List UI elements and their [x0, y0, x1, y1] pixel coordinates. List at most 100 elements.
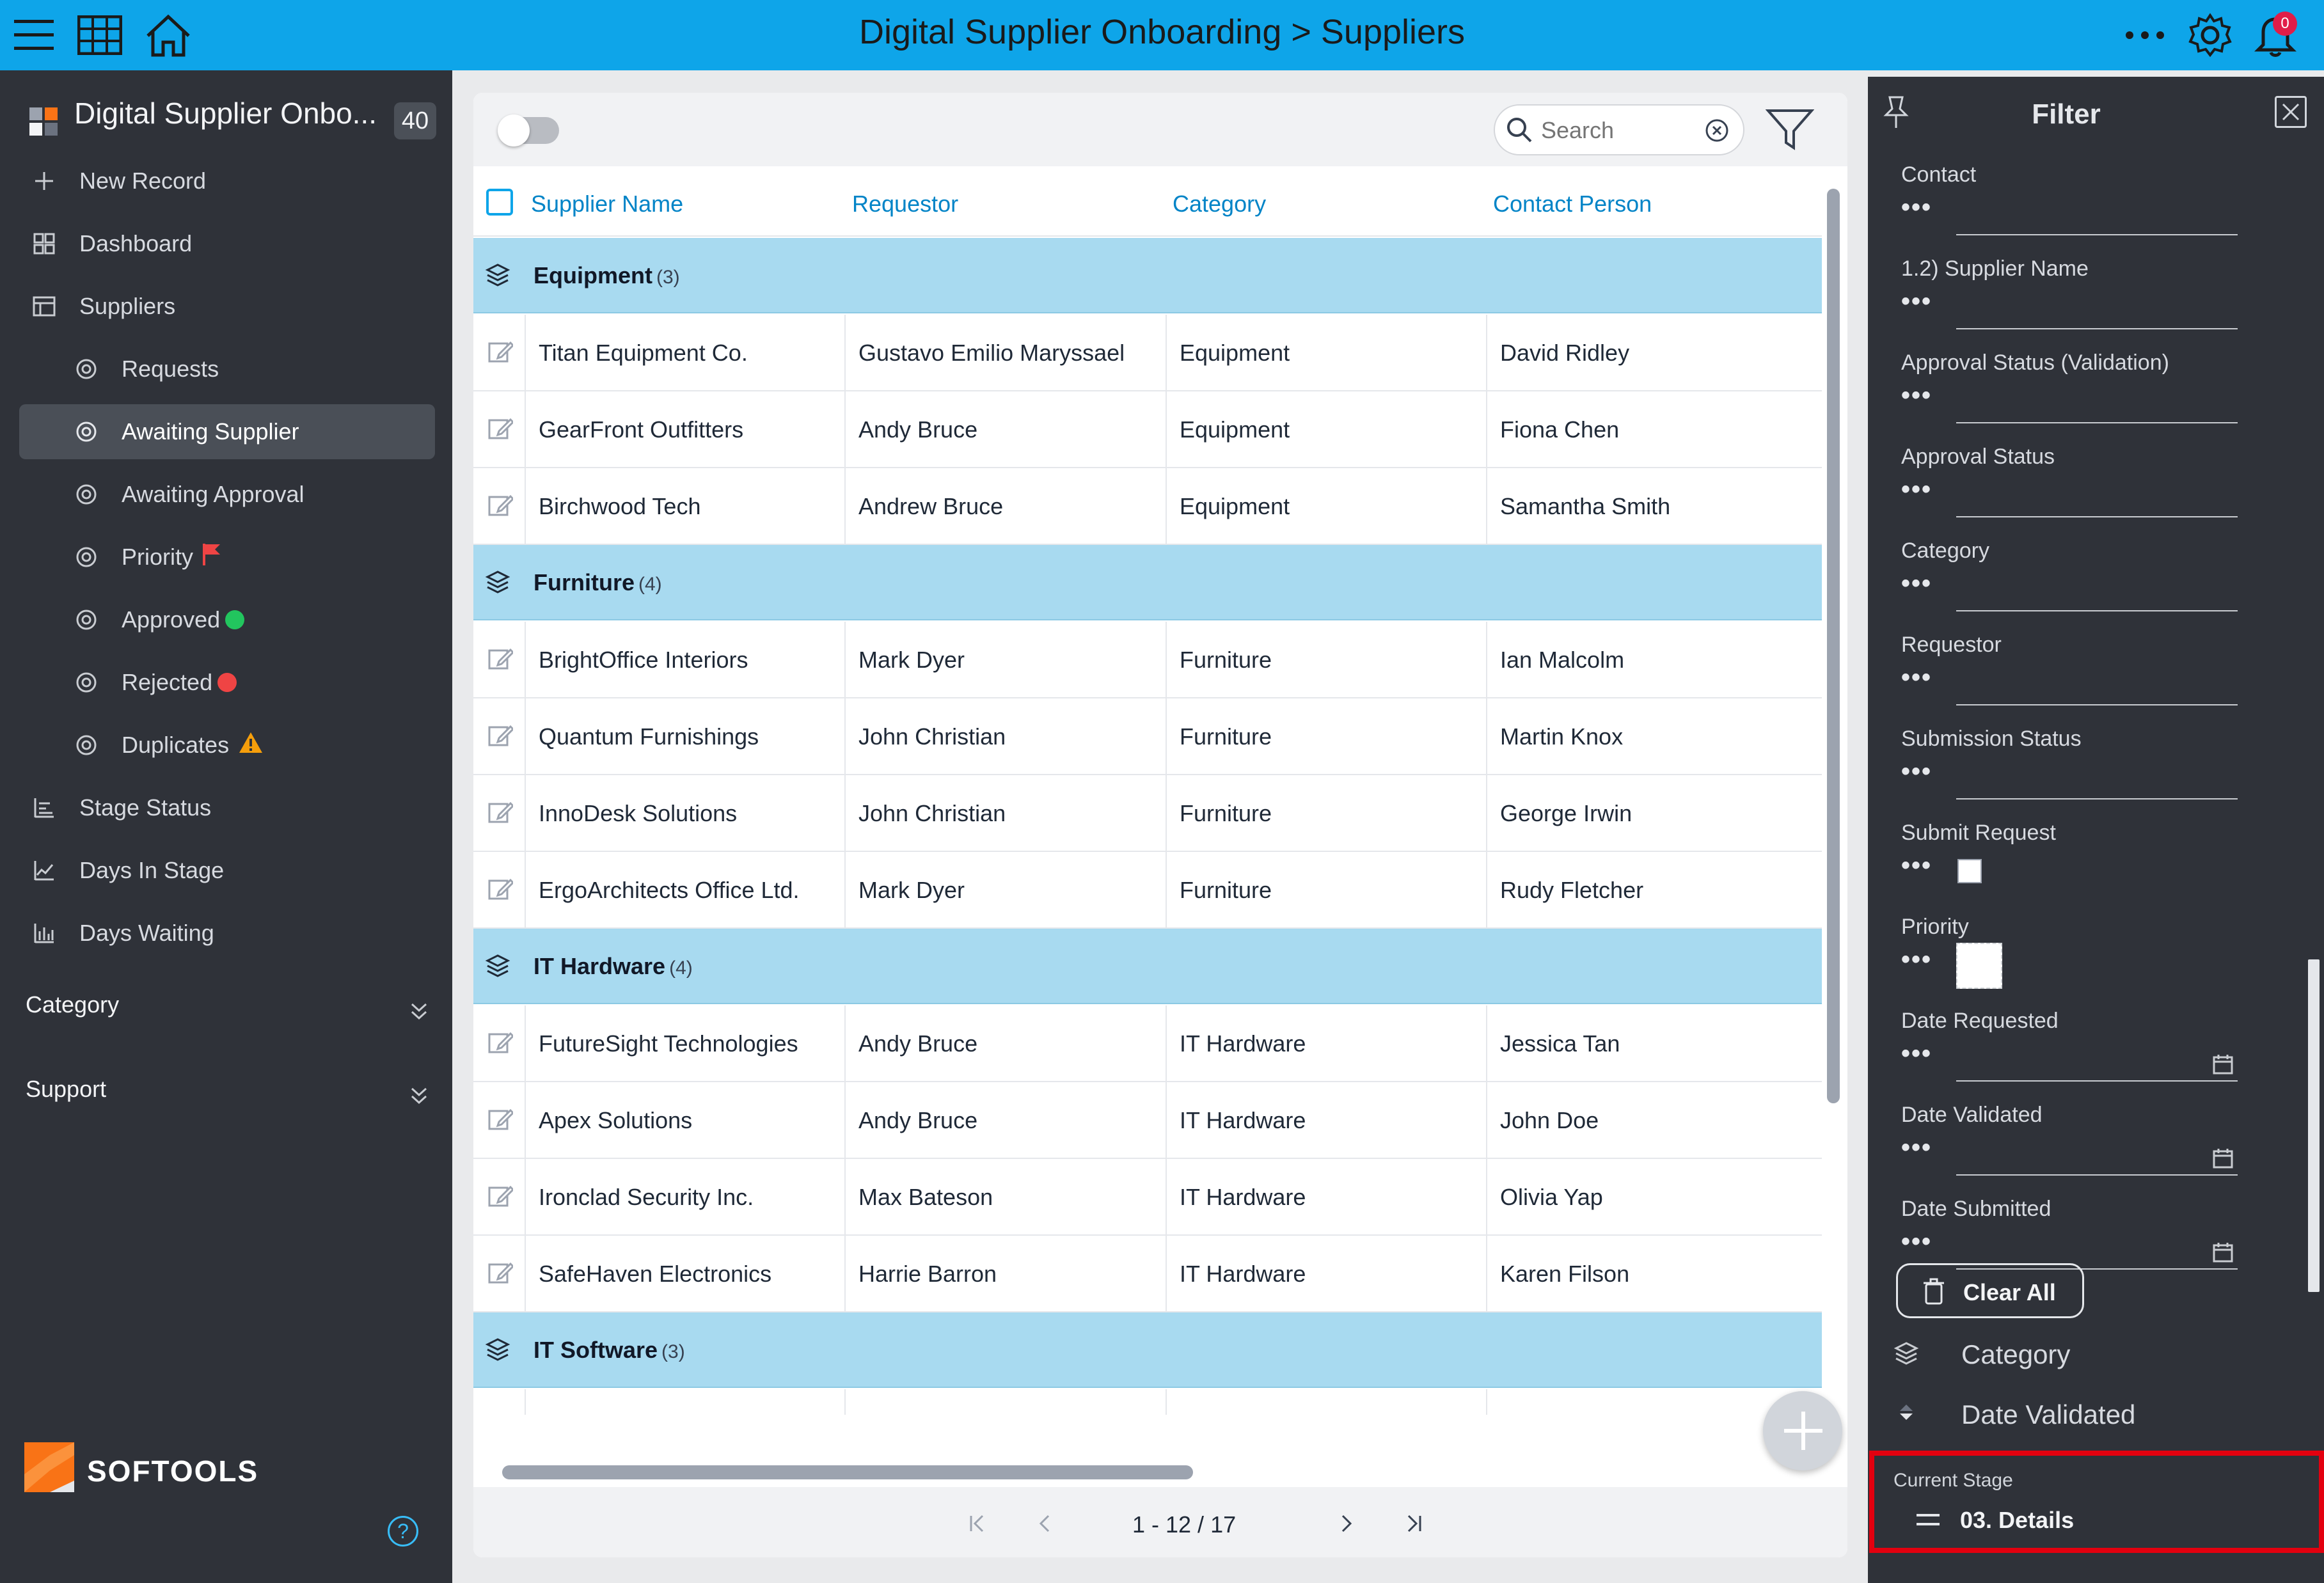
filter-input-line[interactable] — [1956, 1080, 2238, 1082]
field-options-icon[interactable]: ••• — [1901, 193, 1932, 222]
filter-scrollbar[interactable] — [2308, 959, 2320, 1292]
field-options-icon[interactable]: ••• — [1901, 663, 1932, 692]
select-all-checkbox[interactable] — [486, 189, 513, 216]
sidebar-item-approved[interactable]: Approved — [19, 592, 435, 647]
previous-page-icon[interactable] — [1029, 1508, 1061, 1540]
edit-record-icon[interactable] — [487, 492, 515, 521]
field-options-icon[interactable]: ••• — [1901, 1039, 1932, 1068]
sidebar-item-duplicates[interactable]: Duplicates — [19, 718, 435, 773]
sidebar-item-priority[interactable]: Priority — [19, 530, 435, 585]
field-options-icon[interactable]: ••• — [1901, 381, 1932, 410]
sidebar-item-stage-status[interactable]: Stage Status — [19, 780, 435, 835]
filter-input-line[interactable] — [1956, 704, 2238, 705]
edit-record-icon[interactable] — [487, 723, 515, 752]
app-header[interactable]: Digital Supplier Onbo... 40 — [23, 90, 439, 141]
sidebar-item-days-waiting[interactable]: Days Waiting — [19, 906, 435, 961]
target-icon — [70, 353, 102, 385]
filter-input-line[interactable] — [1956, 798, 2238, 799]
cell-contact-person: Karen Filson — [1486, 1236, 1818, 1312]
sidebar-item-awaiting-approval[interactable]: Awaiting Approval — [19, 467, 435, 522]
search-input[interactable] — [1541, 114, 1701, 146]
field-options-icon[interactable]: ••• — [1901, 1133, 1932, 1162]
table-row[interactable]: Ironclad Security Inc. Max Bateson IT Hard… — [473, 1159, 1822, 1236]
edit-record-icon[interactable] — [487, 1107, 515, 1135]
table-row[interactable]: Quantum Furnishings John Christian Furnitu… — [473, 698, 1822, 775]
group-row[interactable]: Equipment (3) — [473, 238, 1822, 313]
field-options-icon[interactable]: ••• — [1901, 1227, 1932, 1256]
table-row[interactable]: FutureSight Technologies Andy Bruce IT Har… — [473, 1005, 1822, 1082]
group-row[interactable]: IT Software (3) — [473, 1312, 1822, 1388]
add-record-fab-button[interactable] — [1763, 1391, 1842, 1470]
filter-funnel-icon[interactable] — [1765, 107, 1817, 158]
current-stage-highlight[interactable]: Current Stage 03. Details — [1869, 1451, 2324, 1553]
calendar-icon[interactable] — [2212, 1241, 2234, 1266]
sidebar-section-support[interactable]: Support — [26, 1076, 435, 1121]
edit-record-icon[interactable] — [487, 799, 515, 828]
column-header-supplier-name[interactable]: Supplier Name — [531, 191, 683, 217]
sidebar-item-awaiting-supplier[interactable]: Awaiting Supplier — [19, 404, 435, 459]
filter-input-line[interactable] — [1956, 610, 2238, 611]
sidebar-item-suppliers[interactable]: Suppliers — [19, 279, 435, 334]
table-row[interactable]: GearFront Outfitters Andy Bruce Equipment F… — [473, 391, 1822, 468]
calendar-icon[interactable] — [2212, 1053, 2234, 1078]
table-row[interactable]: Jupiter InnovationsGustavo Emilio Maryss… — [473, 1389, 1822, 1415]
horizontal-scroll-thumb[interactable] — [502, 1465, 1193, 1479]
bar-chart-icon — [28, 917, 60, 949]
edit-record-icon[interactable] — [487, 1183, 515, 1212]
edit-record-icon[interactable] — [487, 876, 515, 905]
vertical-scroll-thumb[interactable] — [1827, 189, 1840, 1103]
filter-input-line[interactable] — [1956, 1174, 2238, 1176]
next-page-icon[interactable] — [1331, 1508, 1363, 1540]
edit-record-icon[interactable] — [487, 1030, 515, 1059]
close-filter-icon[interactable] — [2275, 96, 2307, 128]
more-options-icon[interactable] — [2119, 9, 2171, 61]
table-row[interactable]: BrightOffice Interiors Mark Dyer Furniture… — [473, 622, 1822, 698]
edit-record-icon[interactable] — [487, 646, 515, 675]
calendar-icon[interactable] — [2212, 1147, 2234, 1172]
filter-input-line[interactable] — [1956, 328, 2238, 329]
table-row[interactable]: Birchwood Tech Andrew Bruce Equipment Saman… — [473, 468, 1822, 545]
sidebar-item-requests[interactable]: Requests — [19, 342, 435, 397]
filter-input-line[interactable] — [1956, 516, 2238, 517]
field-options-icon[interactable]: ••• — [1901, 287, 1932, 316]
filter-input-line[interactable] — [1956, 234, 2238, 235]
last-page-icon[interactable] — [1398, 1508, 1430, 1540]
edit-record-icon[interactable] — [487, 416, 515, 445]
field-options-icon[interactable]: ••• — [1901, 475, 1932, 504]
sort-item-date-validated[interactable]: Date Validated — [1893, 1392, 2290, 1437]
field-options-icon[interactable]: ••• — [1901, 757, 1932, 786]
sidebar-item-dashboard[interactable]: Dashboard — [19, 216, 435, 271]
table-row[interactable]: ErgoArchitects Office Ltd. Mark Dyer Furni… — [473, 852, 1822, 929]
sort-item-category[interactable]: Category — [1893, 1332, 2290, 1376]
help-icon[interactable]: ? — [388, 1516, 418, 1547]
first-page-icon[interactable] — [961, 1508, 993, 1540]
group-row[interactable]: Furniture (4) — [473, 545, 1822, 620]
table-row[interactable]: Titan Equipment Co. Gustavo Emilio Maryss… — [473, 315, 1822, 391]
column-header-category[interactable]: Category — [1173, 191, 1266, 217]
settings-gear-icon[interactable] — [2184, 9, 2236, 61]
table-row[interactable]: InnoDesk Solutions John Christian Furnitur… — [473, 775, 1822, 852]
edit-record-icon[interactable] — [487, 1260, 515, 1289]
field-options-icon[interactable]: ••• — [1901, 945, 1932, 974]
clear-all-button[interactable]: Clear All — [1896, 1263, 2084, 1318]
table-row[interactable]: SafeHaven Electronics Harrie Barron IT Har… — [473, 1236, 1822, 1312]
field-options-icon[interactable]: ••• — [1901, 569, 1932, 598]
layers-icon — [485, 569, 510, 598]
field-options-icon[interactable]: ••• — [1901, 851, 1932, 880]
column-header-contact-person[interactable]: Contact Person — [1493, 191, 1652, 217]
softools-brand: SOFTOOLS — [24, 1442, 280, 1493]
sidebar-item-days-in-stage[interactable]: Days In Stage — [19, 843, 435, 898]
filter-input-line[interactable] — [1956, 422, 2238, 423]
priority-color-swatch[interactable] — [1956, 943, 2002, 989]
column-header-requestor[interactable]: Requestor — [852, 191, 958, 217]
sidebar-section-category[interactable]: Category — [26, 991, 435, 1036]
group-row[interactable]: IT Hardware (4) — [473, 929, 1822, 1004]
clear-search-icon[interactable] — [1705, 118, 1729, 146]
filter-checkbox[interactable] — [1957, 859, 1982, 883]
edit-record-icon[interactable] — [487, 1414, 513, 1415]
sidebar-item-new-record[interactable]: New Record — [19, 154, 435, 209]
view-toggle[interactable] — [498, 114, 559, 146]
table-row[interactable]: Apex Solutions Andy Bruce IT Hardware John … — [473, 1082, 1822, 1159]
sidebar-item-rejected[interactable]: Rejected — [19, 655, 435, 710]
edit-record-icon[interactable] — [487, 339, 515, 368]
